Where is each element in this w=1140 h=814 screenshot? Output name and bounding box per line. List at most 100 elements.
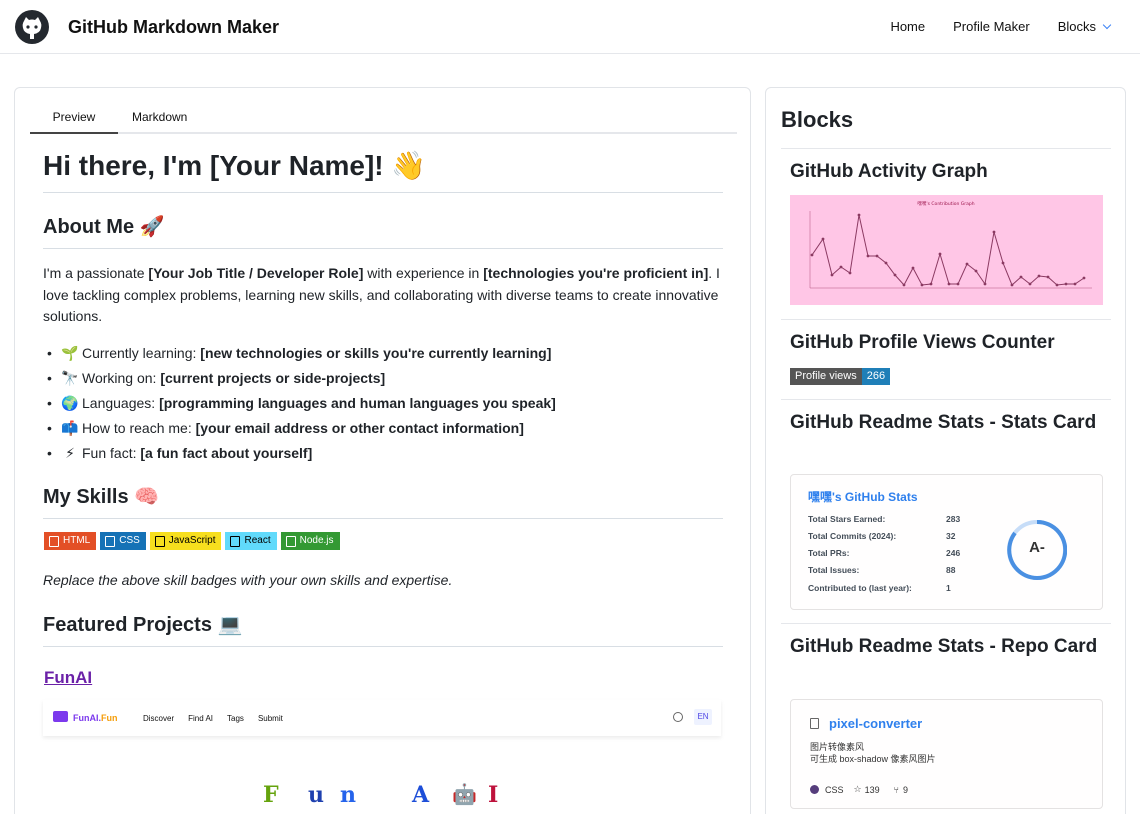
badge-label: React [244,535,271,546]
nav-blocks-dropdown[interactable]: Blocks [1058,19,1112,34]
divider [781,319,1111,320]
chevron-down-icon [1102,20,1112,30]
list-label: Currently learning: [82,345,201,361]
projects-heading: Featured Projects 💻 [43,612,723,647]
badge-html[interactable]: HTML [44,532,97,550]
about-text-2: with experience in [363,265,484,281]
funai-nav-item: Submit [257,714,283,723]
repo-stars: 139 [864,784,880,795]
list-label: Fun fact: [82,445,141,461]
list-value: [current projects or side-projects] [160,370,386,386]
stat-row: Total PRs: 246 [808,548,961,558]
funai-hero-letters: F u n A 🤖 I [263,782,508,808]
language-color-dot [810,785,819,794]
badge-label: Node.js [299,535,334,546]
about-bold-1: [Your Job Title / Developer Role] [148,265,364,281]
theme-toggle-icon [673,712,683,722]
repo-desc-line: 图片转像素风 [810,742,865,752]
lightning-icon: ⚡ [65,445,75,461]
divider [781,148,1111,149]
list-value: [programming languages and human languag… [159,395,556,411]
list-item: ⚡ Fun fact: [a fun fact about yourself] [47,441,721,466]
badge-label: HTML [63,535,91,546]
skills-heading: My Skills 🧠 [43,484,723,519]
seedling-icon: 🌱 [61,345,79,361]
list-label: Working on: [82,370,161,386]
grade-label: A- [1029,539,1045,556]
repo-name[interactable]: pixel-converter [829,716,922,731]
nav-home[interactable]: Home [890,19,925,34]
about-heading: About Me 🚀 [43,214,723,249]
funai-nav-item: Tags [227,714,244,723]
badge-label: JavaScript [168,535,216,546]
activity-graph-title: GitHub Activity Graph [790,161,988,182]
activity-graph-svg: 嘿嘿's Contribution Graph [809,201,1092,289]
hero-letter: A [412,782,430,808]
badge-javascript[interactable]: JavaScript [149,532,222,550]
tab-preview[interactable]: Preview [30,110,118,134]
list-item: 🌱Currently learning: [new technologies o… [47,341,721,366]
about-text-1: I'm a passionate [43,265,149,281]
badge-label: CSS [119,535,140,546]
views-counter-title: GitHub Profile Views Counter [790,332,1055,353]
funai-nav: Discover Find AI Tags Submit [143,714,283,723]
repo-icon [810,718,819,729]
repo-desc-line: 可生成 box-shadow 像素风图片 [810,753,936,764]
repo-card-title: GitHub Readme Stats - Repo Card [790,636,1098,657]
list-value: [your email address or other contact inf… [195,420,524,436]
blocks-title: Blocks [781,107,854,132]
about-paragraph: I'm a passionate [Your Job Title / Devel… [43,263,723,328]
funai-lang: EN [694,709,712,725]
mailbox-icon: 📫 [61,420,79,436]
about-list: 🌱Currently learning: [new technologies o… [47,341,721,466]
hero-letter: n [340,782,356,808]
stats-card-heading: 嘿嘿's GitHub Stats [808,490,918,504]
project-link-funai[interactable]: FunAI [44,668,92,688]
list-label: How to reach me: [82,420,196,436]
list-label: Languages: [82,395,160,411]
repo-meta: CSS ☆ 139 ⑂ 9 [810,784,908,795]
repo-forks: 9 [903,784,909,795]
stat-row: Total Commits (2024): 32 [808,531,956,541]
about-bold-2: [technologies you're proficient in] [483,265,709,281]
repo-description: 图片转像素风 可生成 box-shadow 像素风图片 [810,742,936,765]
list-item: 📫How to reach me: [your email address or… [47,416,721,441]
preview-heading: Hi there, I'm [Your Name]! 👋 [43,149,723,193]
list-value: [new technologies or skills you're curre… [200,345,552,361]
javascript-icon [154,535,165,547]
html5-icon [49,535,59,547]
stat-row: Total Issues: 88 [808,565,956,575]
repo-language: CSS [825,784,844,795]
tab-markdown[interactable]: Markdown [132,110,187,124]
list-item: 🔭Working on: [current projects or side-p… [47,366,721,391]
hero-letter: F [263,782,279,808]
telescope-icon: 🔭 [61,370,79,386]
brand-title[interactable]: GitHub Markdown Maker [68,17,279,38]
stat-row: Contributed to (last year): 1 [808,583,951,593]
activity-graph-image[interactable]: 嘿嘿's Contribution Graph [790,195,1103,305]
divider [781,623,1111,624]
profile-views-badge[interactable]: Profile views 266 [790,368,891,385]
stat-row: Total Stars Earned: 283 [808,514,961,524]
stats-card-title: GitHub Readme Stats - Stats Card [790,412,1097,433]
nav-profile-maker[interactable]: Profile Maker [953,19,1030,34]
react-icon [230,535,241,547]
funai-nav-item: Discover [143,714,175,723]
badge-css[interactable]: CSS [100,532,146,550]
editor-tabs: Preview Markdown [30,88,737,134]
funai-screenshot[interactable]: FunAI.Fun Discover Find AI Tags Submit E… [43,700,721,814]
github-octocat-logo-icon[interactable] [14,9,50,45]
funai-navbar: FunAI.Fun Discover Find AI Tags Submit E… [43,700,721,736]
views-label: Profile views [790,368,862,385]
views-count: 266 [861,368,891,385]
badge-nodejs[interactable]: Node.js [280,532,340,550]
hero-letter: I [488,782,499,808]
editor-panel: Preview Markdown Hi there, I'm [Your Nam… [14,87,751,814]
stats-card[interactable]: 嘿嘿's GitHub Stats Total Stars Earned: 283… [790,474,1103,610]
skills-note: Replace the above skill badges with your… [43,572,453,588]
funai-nav-item: Find AI [188,714,214,723]
repo-card[interactable]: pixel-converter 图片转像素风 可生成 box-shadow 像素… [790,699,1103,809]
robot-icon: 🤖 [452,782,477,806]
badge-react[interactable]: React [225,532,277,550]
activity-graph-caption: 嘿嘿's Contribution Graph [917,201,974,207]
